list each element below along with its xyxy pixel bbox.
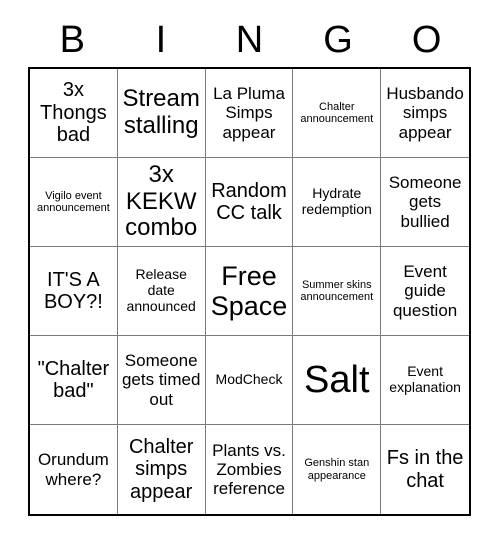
- header-letter-g: G: [323, 19, 353, 61]
- bingo-cell-label: Someone gets timed out: [121, 351, 201, 409]
- bingo-cell[interactable]: Summer skins announcement: [293, 247, 382, 336]
- bingo-cell-label: Salt: [304, 358, 370, 401]
- bingo-cell[interactable]: Event guide question: [381, 247, 469, 336]
- bingo-cell[interactable]: Fs in the chat: [381, 425, 469, 514]
- bingo-cell-label: Stream stalling: [122, 85, 200, 139]
- bingo-cell-label: Fs in the chat: [386, 447, 464, 492]
- bingo-cell[interactable]: Husbando simps appear: [381, 69, 469, 158]
- bingo-cell[interactable]: Orundum where?: [30, 425, 118, 514]
- bingo-cell[interactable]: 3x Thongs bad: [30, 69, 118, 158]
- bingo-cell-label: Someone gets bullied: [388, 173, 462, 231]
- bingo-cell[interactable]: Genshin stan appearance: [293, 425, 382, 514]
- bingo-cell-label: Random CC talk: [211, 179, 287, 224]
- bingo-cell-label: Vigilo event announcement: [37, 189, 110, 214]
- bingo-cell-label: Summer skins announcement: [300, 278, 374, 303]
- header-letter-b: B: [59, 19, 85, 61]
- bingo-cell[interactable]: Event explanation: [381, 336, 469, 425]
- bingo-cell-label: Release date announced: [126, 266, 196, 314]
- bingo-cell[interactable]: Random CC talk: [205, 158, 294, 247]
- bingo-cell[interactable]: ModCheck: [205, 336, 294, 425]
- bingo-cell[interactable]: Chalter announcement: [293, 69, 382, 158]
- bingo-cell-label: Husbando simps appear: [386, 84, 464, 142]
- bingo-cell-label: Orundum where?: [37, 450, 109, 489]
- bingo-cell-label: 3x KEKW combo: [125, 160, 198, 242]
- header-letter-o: O: [411, 19, 442, 61]
- bingo-cell-free-space[interactable]: Free Space: [205, 247, 294, 336]
- bingo-grid: 3x Thongs bad Stream stalling La Pluma S…: [28, 67, 471, 516]
- bingo-cell[interactable]: La Pluma Simps appear: [205, 69, 294, 158]
- bingo-cell-label: Chalter simps appear: [128, 435, 194, 503]
- bingo-cell-label: IT'S A BOY?!: [43, 268, 103, 313]
- bingo-cell-label: "Chalter bad": [37, 357, 110, 402]
- bingo-cell-label: Hydrate redemption: [301, 185, 372, 217]
- bingo-cell-label: ModCheck: [215, 371, 283, 388]
- bingo-cell-label: Event guide question: [392, 262, 458, 320]
- bingo-cell-label: La Pluma Simps appear: [213, 84, 285, 142]
- bingo-cell[interactable]: Vigilo event announcement: [30, 158, 118, 247]
- bingo-cell-label: Event explanation: [389, 363, 461, 395]
- bingo-cell[interactable]: IT'S A BOY?!: [30, 247, 118, 336]
- header-letter-n: N: [235, 19, 264, 61]
- bingo-cell-label: Genshin stan appearance: [304, 457, 370, 482]
- bingo-cell[interactable]: Chalter simps appear: [117, 425, 206, 514]
- bingo-cell[interactable]: 3x KEKW combo: [117, 158, 206, 247]
- bingo-cell-label: Plants vs. Zombies reference: [212, 440, 286, 499]
- bingo-card: B I N G O 3x Thongs bad Stream stalling …: [0, 0, 500, 544]
- bingo-cell[interactable]: Release date announced: [117, 247, 206, 336]
- bingo-cell[interactable]: Hydrate redemption: [293, 158, 382, 247]
- header-letter-i: I: [155, 19, 167, 61]
- bingo-cell[interactable]: Someone gets bullied: [381, 158, 469, 247]
- bingo-cell[interactable]: "Chalter bad": [30, 336, 118, 425]
- bingo-cell-label: 3x Thongs bad: [40, 79, 107, 147]
- bingo-cell-label: Chalter announcement: [300, 100, 374, 125]
- bingo-cell[interactable]: Stream stalling: [117, 69, 206, 158]
- bingo-cell[interactable]: Someone gets timed out: [117, 336, 206, 425]
- bingo-header: B I N G O: [28, 14, 471, 66]
- bingo-cell[interactable]: Salt: [293, 336, 382, 425]
- bingo-cell[interactable]: Plants vs. Zombies reference: [205, 425, 294, 514]
- bingo-cell-label: Free Space: [210, 260, 288, 321]
